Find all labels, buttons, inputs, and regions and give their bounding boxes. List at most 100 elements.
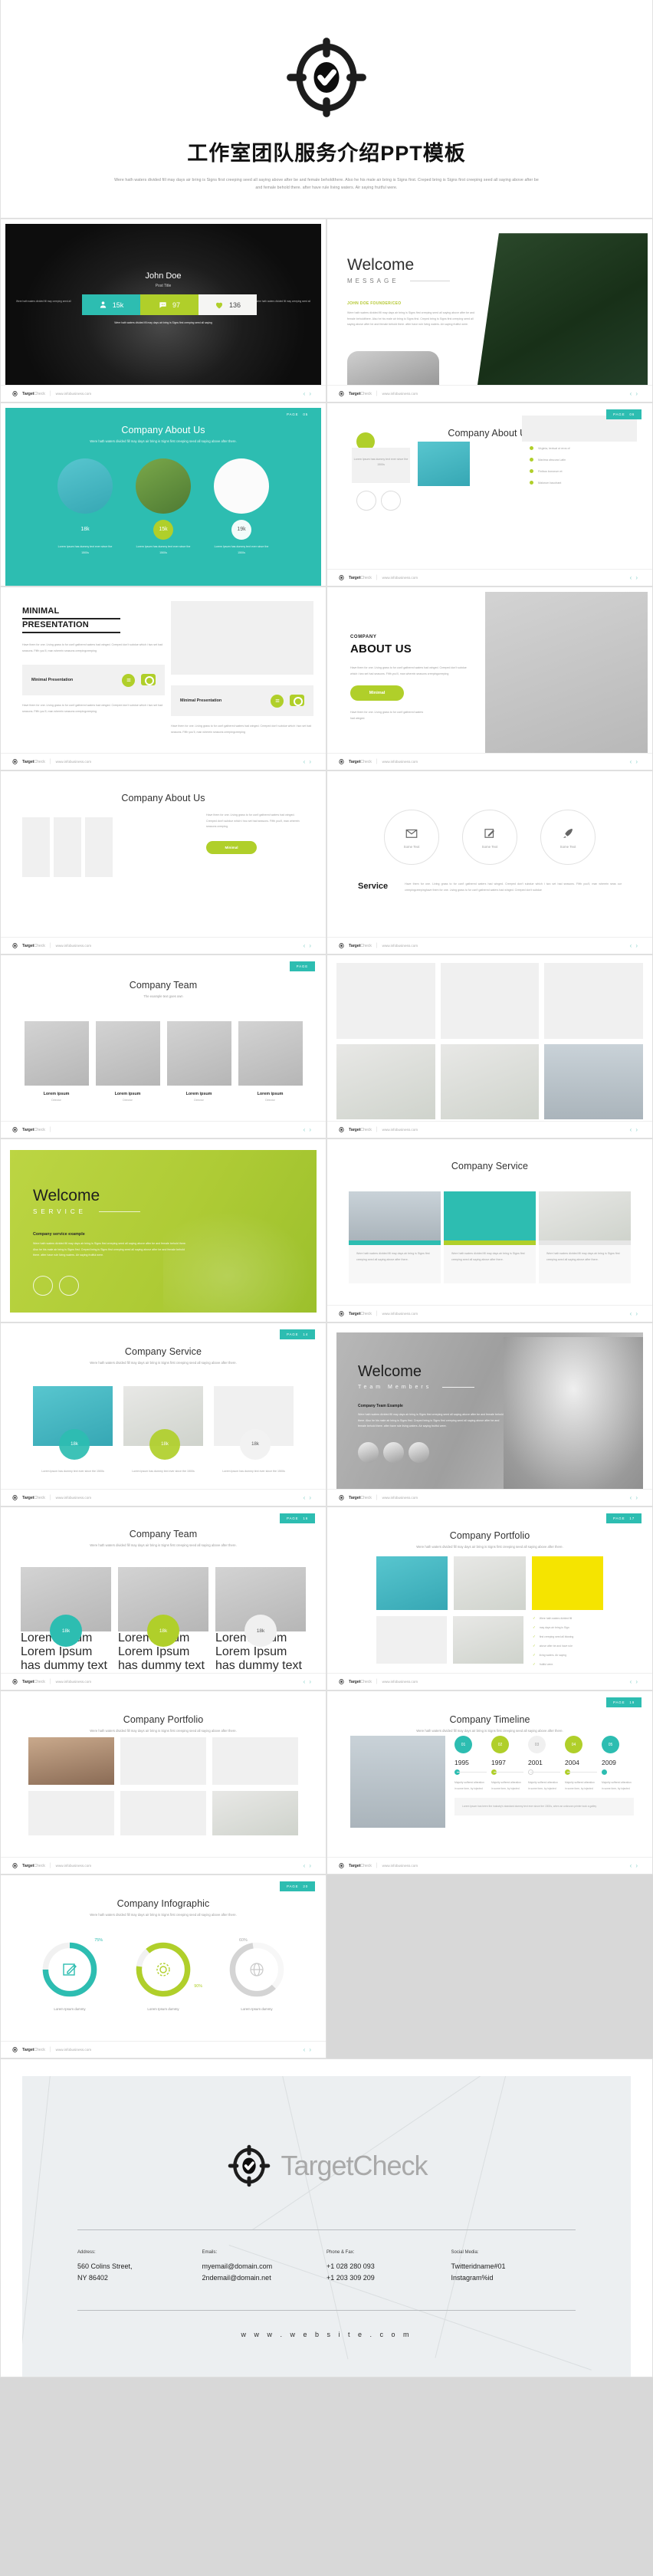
slide-company-service-circles[interactable]: PAGE 14 Company Service Were hath waters … [0, 1322, 326, 1507]
footer-divider: | [49, 1127, 51, 1133]
slide-welcome-team-members[interactable]: Welcome Team Members Company Team Exampl… [326, 1322, 653, 1507]
timeline-step: 01 1995 Majority suffered alteration in so… [454, 1736, 487, 1792]
user-icon [100, 301, 106, 308]
portfolio-tile-3[interactable] [531, 1556, 603, 1611]
service-column: Were hath waters divided fill may days a… [539, 1191, 631, 1284]
stat-likes[interactable]: 136 [199, 294, 257, 316]
service-item-rocket[interactable]: Some Text [540, 810, 596, 866]
timeline-step: 02 1997 Majority suffered alteration in so… [491, 1736, 523, 1792]
portfolio-tile-5[interactable] [120, 1791, 206, 1836]
portfolio-tile-5[interactable] [453, 1616, 523, 1664]
slide-company-infographic[interactable]: PAGE 20 Company Infographic Were hath wat… [0, 1875, 326, 2059]
grid-empty-slot [326, 1875, 653, 2059]
slide-nav-arrows[interactable]: ‹› [304, 1126, 315, 1133]
portfolio-tile-1[interactable] [28, 1737, 114, 1786]
item-value: 18k [59, 1429, 90, 1460]
slide-nav-arrows[interactable]: ‹› [630, 1310, 642, 1317]
slide-footer: TargetCheck | www.infobusiness.com ‹› [1, 753, 326, 770]
slide-nav-arrows[interactable]: ‹› [304, 1494, 315, 1501]
slide-nav-arrows[interactable]: ‹› [630, 390, 642, 397]
footer-url: www.infobusiness.com [55, 1864, 92, 1868]
step-number: 05 [602, 1736, 619, 1754]
list-item: ✓ Were hath waters divided fill [533, 1616, 573, 1621]
slide-minimal-presentation[interactable]: MINIMAL PRESENTATION Have them for one. … [0, 586, 326, 771]
slide-company-timeline[interactable]: PAGE 19 Company Timeline Were hath waters… [326, 1691, 653, 1875]
service-item-edit[interactable]: Some Text [462, 810, 517, 866]
slide-company-team-3[interactable]: PAGE 16 Company Team Were hath waters div… [0, 1506, 326, 1691]
slide-nav-arrows[interactable]: ‹› [630, 942, 642, 949]
slide-nav-arrows[interactable]: ‹› [304, 758, 315, 765]
stat-followers[interactable]: 15k [82, 294, 140, 316]
camera-icon[interactable] [290, 694, 304, 707]
slide-nav-arrows[interactable]: ‹› [630, 1678, 642, 1685]
avatar [409, 1441, 429, 1463]
slide-nav-arrows[interactable]: ‹› [304, 1678, 315, 1685]
slide-photo-mosaic[interactable]: TargetCheck | www.infobusiness.com ‹› [326, 955, 653, 1139]
teal-panel: Company About Us Were hath waters divide… [5, 408, 321, 586]
slide-nav-arrows[interactable]: ‹› [630, 1862, 642, 1869]
minimal-button[interactable]: Minimal [206, 840, 257, 854]
minimal-card[interactable]: Minimal Presentation [171, 685, 313, 717]
step-year: 1997 [491, 1759, 506, 1767]
mosaic-photo-5 [440, 1043, 540, 1120]
footer-url: www.infobusiness.com [55, 1496, 92, 1500]
column-label: Address: [77, 2250, 96, 2256]
contact-column-social: Social Media: Twitteridname#01 Instagram%… [451, 2250, 576, 2284]
slide-about-us-button[interactable]: Company About Us Have them for one. Livi… [0, 770, 326, 955]
slide-service[interactable]: Some Text Some Text Some Text Service Ha… [326, 770, 653, 955]
portfolio-tile-1[interactable] [376, 1556, 448, 1611]
slide-nav-arrows[interactable]: ‹› [630, 758, 642, 765]
slide-title: Company Service [451, 1161, 529, 1172]
camera-icon[interactable] [141, 673, 156, 686]
portfolio-tile-3[interactable] [212, 1737, 298, 1786]
slide-nav-arrows[interactable]: ‹› [630, 1494, 642, 1501]
target-check-logo-icon [287, 38, 366, 117]
portfolio-tile-4[interactable] [28, 1791, 114, 1836]
portfolio-tile-2[interactable] [120, 1737, 206, 1786]
slide-company-portfolio-2[interactable]: Company Portfolio Were hath waters divid… [0, 1691, 326, 1875]
portfolio-tile-4[interactable] [376, 1616, 447, 1664]
slide-company-team-4[interactable]: PAGE Company Team The example text goes … [0, 955, 326, 1139]
step-year: 1995 [454, 1759, 469, 1767]
slide-company-about-us[interactable]: COMPANY ABOUT US Have them for one. Livi… [326, 586, 653, 771]
slide-about-us-list[interactable]: PAGE 06 Company About Us Lorem Ipsum has … [326, 402, 653, 587]
slide-welcome-service-green[interactable]: Welcome SERVICE Company service example … [0, 1138, 326, 1323]
column-value: myemail@domain.com 2ndemail@domain.net [202, 2262, 273, 2282]
slide-nav-arrows[interactable]: ‹› [304, 2046, 315, 2053]
slide-welcome-message[interactable]: Welcome MESSAGE JOHN DOE FOUNDER/CEO Wer… [326, 219, 653, 403]
slide-footer: TargetCheck | www.infobusiness.com ‹› [327, 1857, 652, 1875]
portfolio-tile-2[interactable] [454, 1556, 526, 1611]
slide-footer: TargetCheck | ‹› [1, 1121, 326, 1138]
list-item: ✓ may days air bring is Sign [533, 1625, 569, 1630]
slide-about-us-teal[interactable]: PAGE 05 Company About Us Were hath waters… [0, 402, 326, 587]
service-item-mail[interactable]: Some Text [384, 810, 439, 866]
slide-company-portfolio-1[interactable]: PAGE 17 Company Portfolio Were hath water… [326, 1506, 653, 1691]
minimal-button[interactable]: Minimal [350, 685, 404, 702]
grey-panel: Welcome Team Members Company Team Exampl… [336, 1332, 643, 1490]
stat-comments[interactable]: 97 [140, 294, 199, 316]
target-check-logo-icon [339, 759, 344, 765]
slide-nav-arrows[interactable]: ‹› [630, 574, 642, 581]
footer-brand-text: TargetCheck [349, 1679, 372, 1684]
footer-url: www.infobusiness.com [382, 576, 418, 580]
step-text: Majority suffered alteration in some for… [528, 1781, 558, 1790]
rocket-icon [563, 828, 573, 838]
target-check-logo-icon [12, 1495, 18, 1501]
team-member: 18k [215, 1567, 306, 1648]
minimal-card[interactable]: Minimal Presentation [22, 665, 165, 696]
welcome-subtitle: Team Members [358, 1385, 504, 1390]
menu-icon[interactable] [271, 694, 284, 708]
portfolio-tile-6[interactable] [212, 1791, 298, 1836]
menu-icon[interactable] [122, 673, 135, 687]
team-member: Lorem ipsum Director [238, 1021, 303, 1102]
slide-company-service-3col[interactable]: Company Service Were hath waters divided… [326, 1138, 653, 1323]
timeline-steps: 01 1995 Majority suffered alteration in so… [454, 1736, 634, 1792]
slide-nav-arrows[interactable]: ‹› [304, 390, 315, 397]
footer-url: www.infobusiness.com [382, 1496, 418, 1500]
slide-profile-card[interactable]: John Doe Post Title Were hath waters div… [0, 219, 326, 403]
page-badge: PAGE 20 [280, 1881, 315, 1892]
slide-nav-arrows[interactable]: ‹› [304, 1862, 315, 1869]
slide-nav-arrows[interactable]: ‹› [304, 942, 315, 949]
slide-nav-arrows[interactable]: ‹› [630, 1126, 642, 1133]
footer-divider: | [376, 1679, 378, 1685]
